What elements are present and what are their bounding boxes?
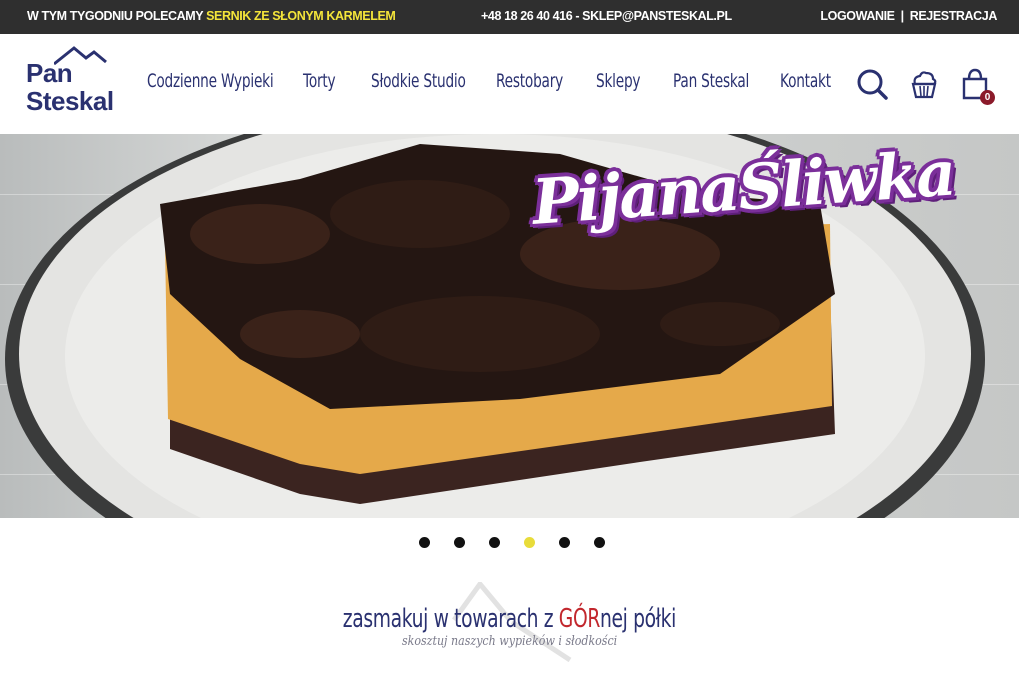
tagline-subheading: skosztuj naszych wypieków i słodkości (0, 634, 1019, 649)
nav-item-pan-steskal[interactable]: Pan Steskal (673, 70, 749, 92)
logo-text-line1: Pan (26, 58, 73, 88)
nav-item-restobary[interactable]: Restobary (496, 70, 563, 92)
promo-prefix: W TYM TYGODNIU POLECAMY (27, 9, 203, 23)
slider-dots (0, 537, 1019, 549)
tagline-heading: zasmakuj w towarach z GÓRnej półki (0, 604, 1019, 634)
search-button[interactable] (855, 67, 889, 101)
promo-highlight-link[interactable]: SERNIK ZE SŁONYM KARMELEM (206, 9, 396, 23)
login-link[interactable]: LOGOWANIE (820, 9, 895, 23)
nav-item-kontakt[interactable]: Kontakt (780, 70, 831, 92)
search-icon (857, 69, 888, 100)
tagline-accent: GÓR (558, 604, 601, 634)
tagline-sub-text: skosztuj naszych wypieków i słodkości (401, 634, 618, 649)
slider-dot[interactable] (419, 537, 430, 548)
cupcake-icon (911, 71, 937, 99)
tagline-prefix: zasmakuj w towarach z (342, 604, 559, 634)
slider-dot[interactable] (559, 537, 570, 548)
hero-slider[interactable]: PijanaŚliwka (0, 134, 1019, 518)
cart-count-badge: 0 (980, 90, 995, 105)
nav-item-sklepy[interactable]: Sklepy (596, 70, 641, 92)
contact-info: +48 18 26 40 416 - SKLEP@PANSTESKAL.PL (481, 9, 732, 23)
auth-separator: | (900, 9, 905, 23)
slider-dot-active[interactable] (524, 537, 535, 548)
weekly-promo[interactable]: W TYM TYGODNIU POLECAMY SERNIK ZE SŁONYM… (27, 9, 396, 23)
nav-item-codzienne-wypieki[interactable]: Codzienne Wypieki (147, 70, 274, 92)
auth-links: LOGOWANIE | REJESTRACJA (820, 9, 997, 23)
slider-dot[interactable] (594, 537, 605, 548)
main-header: Pan Steskal Codzienne Wypieki Torty Słod… (0, 34, 1019, 134)
cupcake-button[interactable] (907, 67, 941, 101)
top-bar: W TYM TYGODNIU POLECAMY SERNIK ZE SŁONYM… (0, 0, 1019, 34)
tagline-section: zasmakuj w towarach z GÓRnej półki skosz… (0, 582, 1019, 662)
logo[interactable]: Pan Steskal (26, 46, 130, 116)
logo-text-line2: Steskal (26, 86, 114, 116)
tagline-suffix: nej półki (600, 604, 677, 634)
nav-item-slodkie-studio[interactable]: Słodkie Studio (371, 70, 466, 92)
nav-item-torty[interactable]: Torty (303, 70, 336, 92)
slider-dot[interactable] (489, 537, 500, 548)
register-link[interactable]: REJESTRACJA (910, 9, 998, 23)
slider-dot[interactable] (454, 537, 465, 548)
